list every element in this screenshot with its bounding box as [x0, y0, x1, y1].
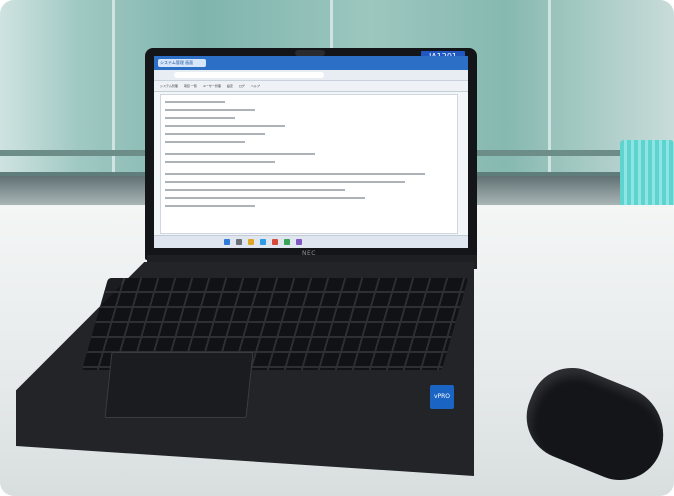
text-row — [165, 205, 255, 207]
browser-icon — [260, 239, 266, 245]
laptop-screen: システム管理 画面 システム管理 項目 一覧 ユーザー管理 設定 ログ ヘルプ — [154, 56, 468, 248]
menu-item: ユーザー管理 — [202, 84, 221, 88]
browser-urlbar — [154, 70, 468, 81]
app-icon — [296, 239, 302, 245]
photo-scene: JA1201 システム管理 画面 システム管理 項目 一覧 ユーザー管理 設定 … — [0, 0, 674, 496]
text-row — [165, 133, 265, 135]
text-row — [165, 109, 255, 111]
start-icon — [224, 239, 230, 245]
vpro-sticker: vPRO — [430, 385, 454, 409]
text-row — [165, 101, 225, 103]
menu-item: 項目 一覧 — [183, 84, 197, 88]
text-row — [165, 117, 235, 119]
text-row — [165, 125, 285, 127]
app-menubar: システム管理 項目 一覧 ユーザー管理 設定 ログ ヘルプ — [154, 81, 468, 92]
menu-item: ログ — [238, 84, 245, 88]
text-row — [165, 173, 425, 175]
menu-item: システム管理 — [160, 84, 178, 88]
laptop-brand-logo: NEC — [302, 250, 316, 257]
text-row — [165, 189, 345, 191]
text-row — [165, 153, 315, 155]
search-icon — [236, 239, 242, 245]
browser-titlebar: システム管理 画面 — [154, 56, 468, 70]
wall-window-frame — [548, 0, 551, 175]
text-row — [165, 161, 275, 163]
text-row — [165, 181, 405, 183]
url-field — [174, 72, 324, 78]
touchpad — [104, 352, 254, 418]
document-panel — [160, 94, 458, 234]
menu-item: 設定 — [226, 84, 233, 88]
wall-window-frame — [112, 0, 115, 175]
text-row — [165, 197, 365, 199]
text-row — [165, 141, 245, 143]
app-icon — [272, 239, 278, 245]
browser-tab: システム管理 画面 — [158, 59, 206, 67]
menu-item: ヘルプ — [250, 84, 260, 88]
os-taskbar — [154, 235, 468, 248]
folder-icon — [248, 239, 254, 245]
app-icon — [284, 239, 290, 245]
